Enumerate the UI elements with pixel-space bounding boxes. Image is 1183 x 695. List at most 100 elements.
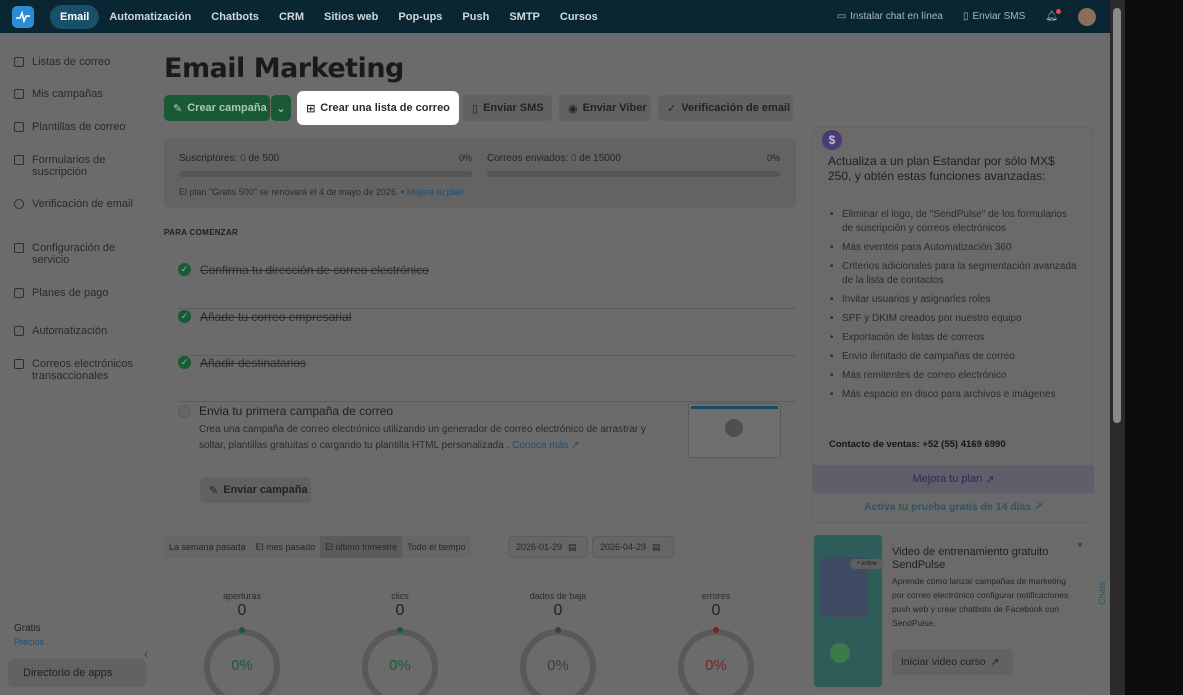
subscribers-progress-bar — [179, 171, 472, 177]
subscribers-stat: Suscriptores: 0 de 500 0% — [179, 153, 472, 177]
metric-percent: 0% — [231, 657, 253, 674]
metric-value: 0 — [553, 602, 563, 619]
video-thumbnail[interactable] — [688, 403, 781, 458]
period-tab[interactable]: El último trimestre — [320, 536, 403, 558]
calendar-icon: ▤ — [568, 541, 577, 552]
preview-button — [830, 643, 850, 663]
sidebar-item-pricing-plans[interactable]: Planes de pago — [14, 287, 144, 299]
app-body: Listas de correo Mis campañas Plantillas… — [0, 33, 1110, 695]
send-campaign-button[interactable]: ✎ Enviar campaña — [200, 477, 311, 503]
date-to-field[interactable]: 2026-04-29 ▤ — [592, 536, 674, 558]
promo-feature-list: Eliminar el logo, de "SendPulse" de los … — [828, 208, 1078, 407]
sidebar: Listas de correo Mis campañas Plantillas… — [0, 33, 155, 695]
send-sms-button[interactable]: ▯ Enviar SMS — [463, 95, 552, 121]
sidebar-item-mailing-lists[interactable]: Listas de correo — [14, 56, 144, 68]
period-tab[interactable]: Todo el tiempo — [402, 536, 471, 558]
usage-stats: Suscriptores: 0 de 500 0% Correos enviad… — [164, 138, 796, 208]
upgrade-promo-card: $ Actualiza a un plan Estandar por sólo … — [812, 127, 1094, 523]
promo-feature: SPF y DKIM creados por nuestro equipo — [828, 312, 1078, 326]
check-circle-icon: ✓ — [667, 102, 677, 115]
promo-feature: Criterios adicionales para la segmentaci… — [828, 260, 1078, 288]
close-icon[interactable]: × — [1077, 540, 1083, 551]
period-tab[interactable]: La semana pasada — [164, 536, 251, 558]
learn-more-link[interactable]: Conoce más — [512, 440, 568, 451]
metric-label: errores — [701, 591, 731, 601]
phone-icon: ▯ — [962, 11, 969, 22]
upgrade-plan-button[interactable]: Mejora tu plan ↗ — [813, 465, 1094, 493]
emails-progress-bar — [487, 171, 780, 177]
onboarding-step-done: ✓ Añade tu correo empresarial — [178, 310, 796, 356]
nav-item-cursos[interactable]: Cursos — [550, 5, 608, 29]
metric-0: aperturas 0 0% — [202, 591, 282, 695]
emails-sent-stat: Correos enviados: 0 de 15000 0% — [487, 153, 780, 177]
metric-percent: 0% — [705, 657, 727, 674]
onboarding-step-next: Envia tu primera campaña de correo Crea … — [178, 403, 796, 523]
settings-icon — [14, 243, 24, 253]
apps-directory-button[interactable]: Directorio de apps ᵎ — [8, 659, 146, 687]
free-trial-button[interactable]: Activa tu prueba gratis de 14 días ↗ — [813, 493, 1094, 521]
create-campaign-dropdown[interactable]: ⌄ — [271, 95, 291, 121]
video-preview[interactable]: • online — [814, 535, 884, 687]
nav-item-automatizaci-n[interactable]: Automatización — [99, 5, 201, 29]
sendpulse-logo-icon[interactable] — [12, 5, 34, 28]
nav-item-email[interactable]: Email — [50, 4, 100, 29]
pricing-link[interactable]: Precios — [14, 637, 44, 647]
nav-item-smtp[interactable]: SMTP — [499, 5, 550, 29]
promo-feature: Más espacio en disco para archivos e imá… — [828, 388, 1078, 402]
online-badge: • online — [850, 559, 884, 569]
install-chat-link[interactable]: ▭ Instalar chat en línea — [837, 11, 943, 22]
edit-icon: ✎ — [209, 484, 219, 497]
external-link-icon: ↗ — [982, 473, 995, 486]
onboarding-step-done: ✓ Añadir destinatarios — [178, 356, 796, 402]
send-viber-button[interactable]: ◉ Enviar Viber — [559, 95, 651, 121]
gauge-marker — [397, 627, 403, 633]
sidebar-item-campaigns[interactable]: Mis campañas — [14, 88, 144, 100]
scrollbar-thumb[interactable] — [1113, 8, 1121, 423]
automation-icon — [14, 326, 24, 336]
new-badge-icon: ᵎ — [115, 665, 117, 675]
gauge-marker — [239, 627, 245, 633]
nav-item-crm[interactable]: CRM — [269, 5, 314, 29]
upgrade-plan-link[interactable]: Mejora tu plan — [407, 187, 464, 197]
document-icon — [14, 288, 24, 298]
grid-icon — [14, 359, 24, 369]
step-description: Crea una campaña de correo electrónico u… — [199, 424, 646, 451]
pending-circle-icon — [178, 405, 191, 418]
chevron-down-icon: ⌄ — [276, 102, 286, 115]
sidebar-item-forms[interactable]: Formularios de suscripción — [14, 154, 144, 178]
nav-item-chatbots[interactable]: Chatbots — [201, 5, 269, 29]
sales-contact: Contacto de ventas: +52 (55) 4169 6990 — [829, 439, 1006, 450]
nav-item-push[interactable]: Push — [452, 5, 499, 29]
sidebar-item-verification[interactable]: Verificación de email — [14, 198, 144, 210]
start-video-course-button[interactable]: Iniciar video curso ↗ — [892, 649, 1013, 675]
form-icon — [14, 155, 24, 165]
template-icon — [14, 122, 24, 132]
top-navbar: Email Automatización Chatbots CRM Sitios web… — [0, 0, 1110, 33]
gauge-marker — [555, 627, 561, 633]
chat-icon: ▭ — [836, 11, 847, 22]
sidebar-item-settings[interactable]: Configuración de servicio — [14, 242, 144, 266]
date-from-field[interactable]: 2026-01-29 ▤ — [508, 536, 588, 558]
notifications-button[interactable]: 🔔︎ — [1045, 9, 1061, 22]
notification-dot — [1056, 9, 1061, 14]
user-avatar[interactable] — [1078, 7, 1096, 26]
promo-feature: Invitar usuarios y asignarles roles — [828, 293, 1078, 307]
chats-side-tab[interactable]: Chats — [1093, 553, 1110, 633]
video-description: Aprende cómo lanzar campañas de marketin… — [892, 576, 1069, 628]
sidebar-item-templates[interactable]: Plantillas de correo — [14, 121, 144, 133]
nav-item-pop-ups[interactable]: Pop-ups — [388, 5, 452, 29]
sidebar-item-transactional[interactable]: Correos electrónicos transaccionales — [14, 358, 144, 382]
sidebar-item-automation[interactable]: Automatización — [14, 325, 144, 337]
external-link-icon[interactable]: ↗ — [571, 440, 579, 451]
create-mailing-list-button[interactable]: ⊞ Crear una lista de correo — [297, 91, 459, 125]
send-sms-link[interactable]: ▯ Enviar SMS — [963, 11, 1025, 22]
nav-item-sitios-web[interactable]: Sitios web — [314, 5, 388, 29]
metric-1: clics 0 0% — [360, 591, 440, 695]
collapse-sidebar-chevron-icon[interactable]: ‹ — [144, 647, 148, 661]
list-icon — [14, 57, 24, 67]
create-campaign-button[interactable]: ✎ Crear campaña — [164, 95, 270, 121]
period-tab[interactable]: El mes pasado — [250, 536, 321, 558]
main-nav: Email Automatización Chatbots CRM Sitios web… — [50, 4, 608, 29]
metric-2: dados de baja 0 0% — [518, 591, 598, 695]
email-verification-button[interactable]: ✓ Verificación de email — [658, 95, 793, 121]
